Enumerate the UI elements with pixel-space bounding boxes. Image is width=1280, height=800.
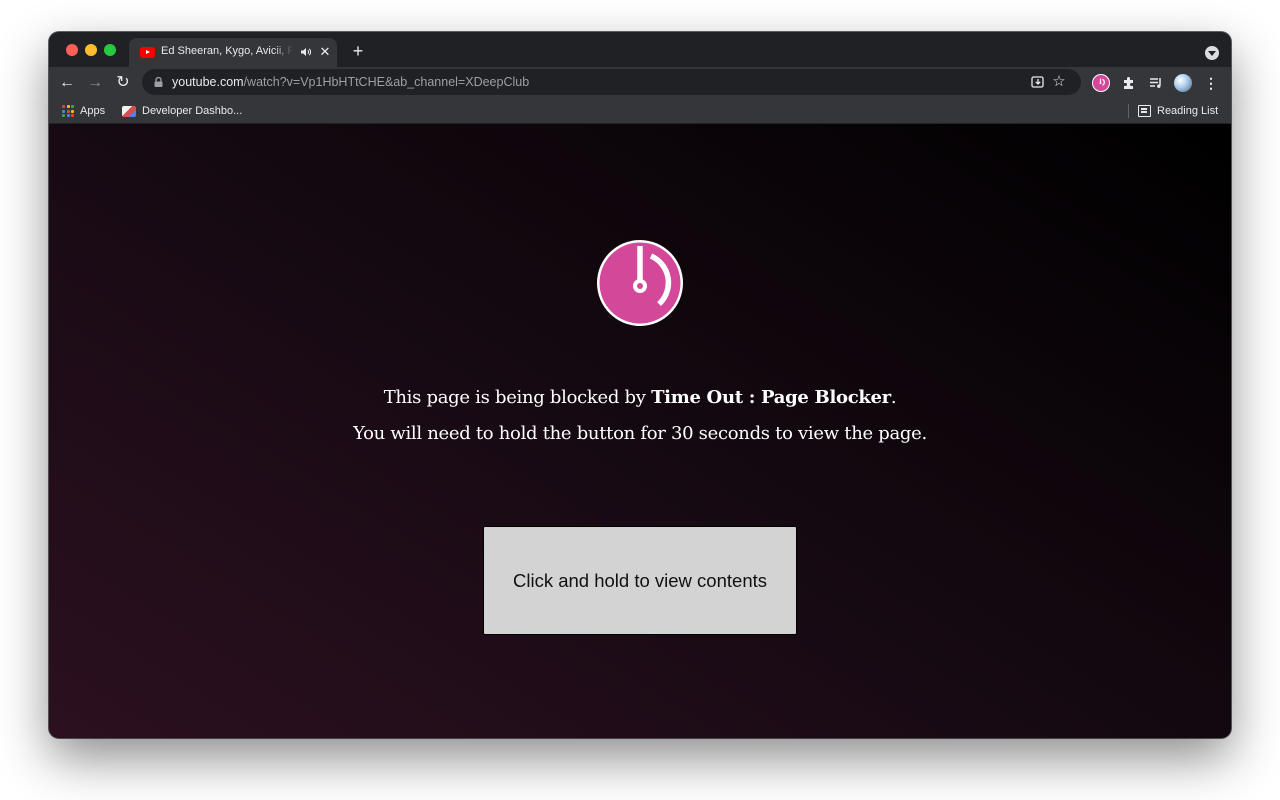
reading-list-icon [1138, 105, 1151, 117]
bookmark-star-icon[interactable]: ☆ [1051, 74, 1067, 90]
hold-to-view-button[interactable]: Click and hold to view contents [483, 526, 797, 635]
media-control-icon[interactable] [1147, 74, 1165, 92]
address-bar[interactable]: youtube.com/watch?v=Vp1HbHTtCHE&ab_chann… [142, 69, 1081, 95]
url-path: /watch?v=Vp1HbHTtCHE&ab_channel=XDeepClu… [243, 75, 530, 89]
new-tab-button[interactable]: + [349, 42, 367, 60]
close-window-button[interactable] [66, 44, 78, 56]
extensions-puzzle-icon[interactable] [1120, 74, 1138, 92]
apps-grid-icon [62, 105, 74, 117]
tab-strip: Ed Sheeran, Kygo, Avicii, Robin Schulz ✕… [49, 32, 1231, 67]
bookmark-developer-dashboard[interactable]: Developer Dashbo... [122, 103, 242, 119]
profile-avatar[interactable] [1174, 74, 1192, 92]
timeout-extension-icon[interactable] [1092, 74, 1110, 92]
back-icon[interactable]: ← [58, 74, 76, 92]
toolbar: ← → ↻ youtube.com/watch?v=Vp1HbHTtCHE&ab… [49, 67, 1231, 98]
desktop: Ed Sheeran, Kygo, Avicii, Robin Schulz ✕… [0, 0, 1280, 800]
bookmark-label: Apps [80, 105, 106, 117]
tab-search-icon[interactable] [1205, 46, 1219, 60]
blocked-message-suffix: . [890, 387, 897, 408]
url-host: youtube.com [172, 75, 244, 89]
zoom-window-button[interactable] [104, 44, 116, 56]
browser-window: Ed Sheeran, Kygo, Avicii, Robin Schulz ✕… [49, 32, 1231, 738]
speaker-icon[interactable] [300, 46, 312, 58]
youtube-icon [140, 47, 155, 58]
close-icon[interactable]: ✕ [318, 44, 332, 60]
reading-list-label: Reading List [1157, 105, 1219, 117]
forward-icon[interactable]: → [86, 74, 104, 92]
bookmarks-bar: Apps Developer Dashbo... Reading List [49, 98, 1231, 124]
tab-youtube[interactable]: Ed Sheeran, Kygo, Avicii, Robin Schulz ✕ [129, 38, 337, 67]
browser-menu-icon[interactable]: ⋮ [1202, 74, 1220, 92]
minimize-window-button[interactable] [85, 44, 97, 56]
tab-title: Ed Sheeran, Kygo, Avicii, Robin Schulz [161, 45, 293, 57]
bookmark-label: Developer Dashbo... [142, 105, 243, 117]
hold-instruction: You will need to hold the button for 30 … [353, 423, 927, 444]
reading-list-button[interactable]: Reading List [1138, 103, 1218, 119]
blocker-page: This page is being blocked by Time Out :… [49, 124, 1231, 738]
blocked-message-prefix: This page is being blocked by [383, 387, 652, 408]
blocked-message: This page is being blocked by Time Out :… [49, 387, 1231, 408]
bookmark-apps[interactable]: Apps [62, 103, 105, 119]
reload-icon[interactable]: ↻ [114, 74, 132, 92]
url-text[interactable]: youtube.com/watch?v=Vp1HbHTtCHE&ab_chann… [172, 75, 529, 89]
lock-icon[interactable] [154, 77, 163, 87]
developer-dashboard-icon [122, 105, 136, 117]
bookmarks-divider [1128, 104, 1129, 118]
install-app-icon[interactable] [1030, 74, 1046, 90]
blocker-brand-name: Time Out : Page Blocker [651, 387, 891, 408]
timer-icon [597, 240, 683, 326]
